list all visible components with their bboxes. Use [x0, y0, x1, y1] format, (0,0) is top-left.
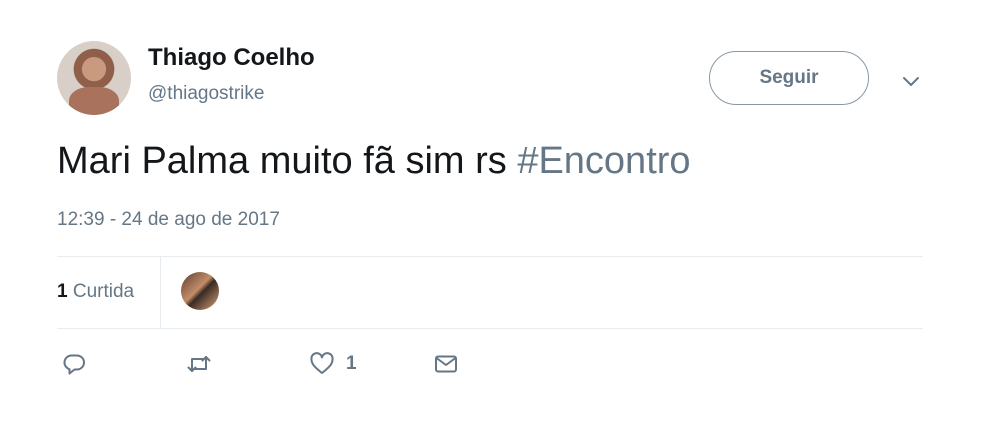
direct-message-button[interactable]	[433, 351, 459, 377]
reply-icon	[63, 354, 85, 375]
liker-avatar[interactable]	[181, 272, 219, 310]
heart-icon	[310, 352, 334, 374]
author-avatar[interactable]	[57, 41, 131, 115]
divider-top	[57, 256, 923, 257]
author-handle[interactable]: @thiagostrike	[148, 83, 264, 105]
hashtag-link[interactable]: #Encontro	[517, 140, 690, 182]
follow-button[interactable]: Seguir	[709, 51, 869, 105]
like-count: 1	[346, 353, 357, 374]
likes-stat[interactable]: 1 Curtida	[57, 281, 134, 303]
stats-separator	[160, 256, 161, 328]
envelope-icon	[435, 355, 457, 373]
like-button[interactable]: 1	[309, 351, 357, 377]
tweet-card: Thiago Coelho @thiagostrike Seguir Mari …	[0, 0, 984, 421]
likes-number: 1	[57, 281, 68, 302]
retweet-icon	[187, 356, 211, 372]
reply-button[interactable]	[61, 351, 87, 377]
author-name[interactable]: Thiago Coelho	[148, 44, 315, 72]
divider-bottom	[57, 328, 923, 329]
tweet-text: Mari Palma muito fã sim rs #Encontro	[57, 140, 691, 183]
tweet-text-body: Mari Palma muito fã sim rs	[57, 140, 518, 182]
chevron-down-icon[interactable]	[899, 69, 923, 93]
retweet-button[interactable]	[186, 351, 212, 377]
likes-label: Curtida	[67, 281, 135, 302]
tweet-timestamp[interactable]: 12:39 - 24 de ago de 2017	[57, 209, 280, 231]
